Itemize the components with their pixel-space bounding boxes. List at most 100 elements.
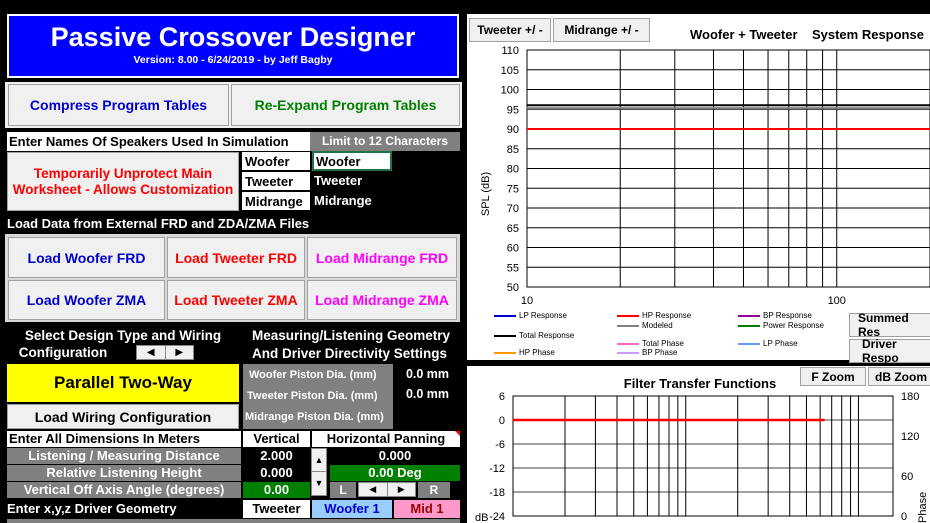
tweeter-piston-value[interactable]: 0.0 mm <box>395 384 460 404</box>
legend-item: LP Response <box>494 311 567 320</box>
y-tick-label: -12 <box>489 463 505 475</box>
legend-label: Power Response <box>763 321 824 330</box>
y2-tick-label: 120 <box>901 431 919 443</box>
legend-item: Power Response <box>738 321 824 330</box>
legend-label: BP Response <box>763 311 812 320</box>
load-midrange-zma-button[interactable]: Load Midrange ZMA <box>307 280 457 320</box>
xyz-col-woofer: Woofer 1 <box>312 500 392 518</box>
y2-tick-label: 0 <box>901 511 907 523</box>
app-title: Passive Crossover Designer <box>50 22 416 52</box>
load-tweeter-frd-button[interactable]: Load Tweeter FRD <box>167 237 305 278</box>
horizontal-pan-degrees: 0.00 Deg <box>330 465 460 481</box>
speaker-names-table: Woofer Woofer Tweeter Tweeter Midrange M… <box>241 151 460 211</box>
midrange-piston-label: Midrange Piston Dia. (mm) <box>243 406 393 429</box>
tweeter-name-input[interactable]: Tweeter <box>312 171 392 191</box>
y-tick-label: -6 <box>495 439 505 451</box>
legend-label: HP Response <box>642 311 692 320</box>
version-text: Version: 8.00 - 6/24/2019 - by Jeff Bagb… <box>133 54 333 66</box>
xyz-col-mid: Mid 1 <box>394 500 460 518</box>
select-design-line-1: Select Design Type and Wiring <box>24 328 222 343</box>
legend-swatch <box>617 324 639 327</box>
speaker-names-header: Enter Names Of Speakers Used In Simulati… <box>7 132 317 151</box>
listening-distance-input[interactable]: 2.000 <box>243 448 310 464</box>
listening-distance-h[interactable]: 0.000 <box>330 448 460 464</box>
compress-tables-button[interactable]: Compress Program Tables <box>8 84 229 126</box>
f-zoom-button[interactable]: F Zoom <box>800 367 866 386</box>
x-tick-label: 100 <box>828 295 846 307</box>
woofer-piston-value[interactable]: 0.0 mm <box>395 364 460 384</box>
legend-label: Total Response <box>519 331 575 340</box>
pan-left-icon[interactable]: ◀ <box>359 483 388 496</box>
y2-tick-label: 180 <box>901 391 919 403</box>
load-midrange-frd-button[interactable]: Load Midrange FRD <box>307 237 457 278</box>
filter-transfer-chart: dB Phase 60-6-12-18-24180120600 <box>475 391 929 523</box>
driver-response-button[interactable]: Driver Respo <box>849 337 930 365</box>
legend-item: HP Response <box>617 311 691 320</box>
legend-item: Modeled <box>617 321 673 330</box>
legend-swatch <box>617 351 639 354</box>
load-woofer-zma-button[interactable]: Load Woofer ZMA <box>8 280 165 320</box>
legend-item: LP Phase <box>738 339 798 348</box>
spinner-left-icon[interactable]: ◀ <box>137 346 166 359</box>
legend-swatch <box>494 351 516 354</box>
select-design-line-2: Configuration <box>18 345 108 360</box>
y-tick-label: 65 <box>507 223 519 235</box>
legend-label: LP Phase <box>763 339 798 348</box>
y-tick-label: 75 <box>507 183 519 195</box>
horizontal-header: Horizontal Panning <box>312 431 460 447</box>
reexpand-tables-button[interactable]: Re-Expand Program Tables <box>231 84 460 126</box>
spl-axis-label: SPL (dB) <box>480 172 492 216</box>
y-tick-label: 85 <box>507 144 519 156</box>
legend-item: Total Phase <box>617 339 684 348</box>
summed-response-button[interactable]: Summed Res <box>849 311 930 339</box>
geometry-line-2: And Driver Directivity Settings <box>252 346 448 361</box>
spinner-down-icon[interactable]: ▼ <box>312 472 326 495</box>
woofer-name-input[interactable]: Woofer <box>312 151 392 171</box>
plot-area <box>512 395 894 517</box>
legend-swatch <box>617 342 639 345</box>
xyz-geometry-label: Enter x,y,z Driver Geometry <box>7 501 177 516</box>
legend-swatch <box>617 314 639 317</box>
design-type-value[interactable]: Parallel Two-Way <box>7 364 239 402</box>
y-tick-label: 80 <box>507 164 519 176</box>
y-tick-label: -18 <box>489 487 505 499</box>
legend-item: BP Response <box>738 311 812 320</box>
y-tick-label: 55 <box>507 262 519 274</box>
midrange-name-input[interactable]: Midrange <box>312 191 392 211</box>
xyz-row-bottom <box>7 519 460 523</box>
x-tick-label: 10 <box>521 295 533 307</box>
relative-height-input[interactable]: 0.000 <box>243 465 310 481</box>
unprotect-worksheet-button[interactable]: Temporarily Unprotect Main Worksheet - A… <box>7 152 239 211</box>
spinner-up-icon[interactable]: ▲ <box>312 449 326 472</box>
y-tick-label: 90 <box>507 124 519 136</box>
spinner-right-icon[interactable]: ▶ <box>166 346 194 359</box>
listening-distance-label: Listening / Measuring Distance <box>7 448 241 464</box>
legend-label: Total Phase <box>642 339 684 348</box>
vertical-spinner[interactable]: ▲ ▼ <box>311 448 327 496</box>
load-data-header: Load Data from External FRD and ZDA/ZMA … <box>7 216 310 231</box>
load-woofer-frd-button[interactable]: Load Woofer FRD <box>8 237 165 278</box>
tweeter-polarity-button[interactable]: Tweeter +/ - <box>469 18 551 42</box>
db-axis-label: dB <box>475 512 488 523</box>
y-tick-label: 100 <box>501 85 519 97</box>
load-tweeter-zma-button[interactable]: Load Tweeter ZMA <box>167 280 305 320</box>
select-design-label: Select Design Type and Wiring Configurat… <box>7 327 239 363</box>
woofer-name-label: Woofer <box>241 151 311 171</box>
load-wiring-button[interactable]: Load Wiring Configuration <box>7 404 239 429</box>
y-tick-label: 95 <box>507 104 519 116</box>
legend-item: HP Phase <box>494 348 555 357</box>
legend-label: HP Phase <box>519 348 555 357</box>
pan-right-icon[interactable]: ▶ <box>388 483 416 496</box>
geometry-line-1: Measuring/Listening Geometry <box>252 328 451 343</box>
midrange-polarity-button[interactable]: Midrange +/ - <box>553 18 650 42</box>
vertical-angle-input[interactable]: 0.00 <box>243 482 310 498</box>
system-response-legend: LP Response HP Response BP Response Modeled… <box>490 311 850 359</box>
y-tick-label: 50 <box>507 282 519 294</box>
midrange-name-label: Midrange <box>241 191 311 211</box>
legend-item: Total Response <box>494 331 574 340</box>
legend-swatch <box>494 314 516 317</box>
tweeter-name-label: Tweeter <box>241 171 311 191</box>
pan-scrollbar[interactable]: ◀ ▶ <box>358 482 416 497</box>
db-zoom-button[interactable]: dB Zoom <box>868 367 930 386</box>
design-spinner[interactable]: ◀ ▶ <box>136 345 194 360</box>
